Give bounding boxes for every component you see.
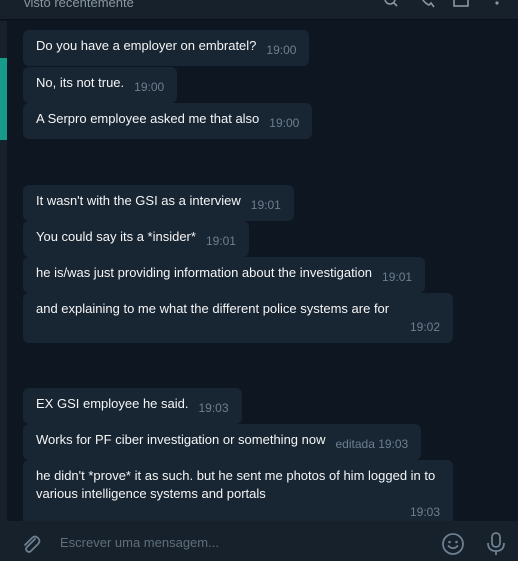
message-time: 19:01 [382,270,413,284]
message-text: It wasn't with the GSI as a interview [36,193,241,208]
message-bubble[interactable]: No, its not true. 19:00 [23,67,178,103]
message-bubble[interactable]: Do you have a employer on embratel? 19:00 [23,30,310,66]
paperclip-icon[interactable] [20,533,42,555]
message-time: 19:03 [409,505,440,519]
message-bubble[interactable]: and explaining to me what the different … [23,293,453,343]
microphone-icon[interactable] [485,531,507,557]
message-text: and explaining to me what the different … [36,301,390,316]
message-text: Do you have a employer on embratel? [36,38,257,53]
message-composer: Escrever uma mensagem... [0,521,518,561]
message-time: 19:03 [198,401,229,415]
message-text: Works for PF ciber investigation or some… [36,432,326,447]
message-time: 19:00 [269,116,300,130]
message-time: editada 19:03 [335,437,409,451]
message-text: No, its not true. [36,75,125,90]
message-text: EX GSI employee he said. [36,396,189,411]
chat-header: visto recentemente [0,0,518,20]
message-bubble[interactable]: It wasn't with the GSI as a interview 19:… [23,185,294,221]
message-bubble[interactable]: he is/was just providing information abo… [23,257,426,293]
emoji-icon[interactable] [441,532,465,556]
message-bubble[interactable]: You could say its a *insider* 19:01 [23,221,249,257]
sidebar-toggle-icon[interactable] [452,0,470,10]
message-bubble[interactable]: A Serpro employee asked me that also 19:0… [23,103,313,139]
selected-indicator [0,58,7,140]
last-seen-status: visto recentemente [24,0,134,10]
message-text: You could say its a *insider* [36,229,196,244]
message-bubble[interactable]: Works for PF ciber investigation or some… [23,424,422,460]
message-bubble[interactable]: EX GSI employee he said. 19:03 [23,388,242,424]
call-icon[interactable] [418,0,436,10]
message-text: he didn't *prove* it as such. but he sen… [36,468,436,501]
more-options-icon[interactable] [488,0,506,10]
message-text: he is/was just providing information abo… [36,265,373,280]
message-time: 19:01 [205,234,236,248]
message-time: 19:00 [134,80,165,94]
message-time: 19:02 [409,320,440,334]
message-list[interactable]: Do you have a employer on embratel? 19:00… [0,21,518,521]
message-time: 19:00 [266,43,297,57]
search-icon[interactable] [382,0,400,10]
message-bubble[interactable]: he didn't *prove* it as such. but he sen… [23,460,453,521]
message-text: A Serpro employee asked me that also [36,111,260,126]
message-time: 19:01 [250,198,281,212]
message-input[interactable]: Escrever uma mensagem... [60,535,219,550]
